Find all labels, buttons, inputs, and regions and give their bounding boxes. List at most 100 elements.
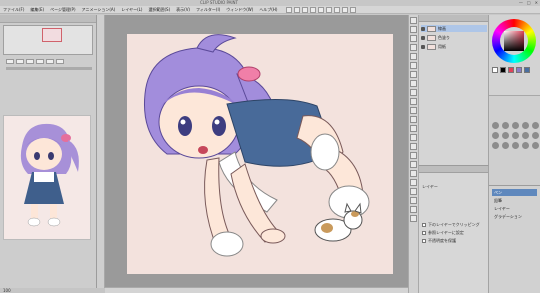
deselect-icon[interactable] <box>342 6 349 13</box>
clear-icon[interactable] <box>326 6 333 13</box>
visibility-eye-icon[interactable] <box>421 35 425 40</box>
brush-size-option[interactable] <box>512 132 519 139</box>
sub-tool-item[interactable]: グラデーション <box>492 213 537 220</box>
hue-ring[interactable] <box>492 19 536 63</box>
blend-tool-icon[interactable] <box>410 134 417 141</box>
brush-size-option[interactable] <box>512 142 519 149</box>
transform-icon[interactable] <box>334 6 341 13</box>
open-icon[interactable] <box>294 6 301 13</box>
drawing-canvas[interactable] <box>127 34 393 274</box>
swatch[interactable] <box>508 67 514 73</box>
sub-tool-panel: ペン 鉛筆 レイヤー グラデーション <box>489 185 540 293</box>
move-tool-icon[interactable] <box>410 26 417 33</box>
visibility-eye-icon[interactable] <box>421 44 425 49</box>
brush-size-option[interactable] <box>522 142 529 149</box>
snap-icon[interactable] <box>350 6 357 13</box>
brush-size-option[interactable] <box>492 132 499 139</box>
pencil-tool-icon[interactable] <box>410 89 417 96</box>
layer-row[interactable]: 用紙 <box>421 43 487 50</box>
brush-size-option[interactable] <box>532 132 539 139</box>
sub-tool-item[interactable]: 鉛筆 <box>492 197 537 204</box>
brush-size-option[interactable] <box>492 142 499 149</box>
minimize-button[interactable]: — <box>519 0 523 5</box>
canvas-horizontal-scrollbar[interactable] <box>105 287 408 293</box>
brush-size-option[interactable] <box>532 142 539 149</box>
maximize-button[interactable]: □ <box>527 0 531 5</box>
checkbox[interactable] <box>422 231 426 235</box>
brush-tool-icon[interactable] <box>410 98 417 105</box>
menu-animation[interactable]: アニメーション(A) <box>79 7 119 13</box>
zoom-out-icon[interactable] <box>6 59 14 64</box>
layer-row[interactable]: 線画 <box>421 25 487 32</box>
rotate-left-icon[interactable] <box>36 59 44 64</box>
brush-size-option[interactable] <box>532 122 539 129</box>
sub-view-reference[interactable] <box>3 115 91 240</box>
redo-icon[interactable] <box>318 6 325 13</box>
operation-tool-icon[interactable] <box>410 35 417 42</box>
menu-view[interactable]: 表示(V) <box>173 7 193 13</box>
canvas-workspace[interactable] <box>105 15 408 288</box>
property-option[interactable]: 下のレイヤーでクリッピング <box>422 222 480 228</box>
sub-tool-item[interactable]: レイヤー <box>492 205 537 212</box>
fit-icon[interactable] <box>26 59 34 64</box>
pen-tool-icon[interactable] <box>410 80 417 87</box>
layer-property-panel: レイヤー 下のレイヤーでクリッピング 参照レイヤーに設定 不透明度を保護 <box>419 165 489 293</box>
brush-size-option[interactable] <box>512 122 519 129</box>
airbrush-tool-icon[interactable] <box>410 107 417 114</box>
property-option[interactable]: 参照レイヤーに設定 <box>422 230 464 236</box>
save-icon[interactable] <box>302 6 309 13</box>
menu-edit[interactable]: 編集(E) <box>27 7 47 13</box>
fill-tool-icon[interactable] <box>410 143 417 150</box>
checkbox[interactable] <box>422 223 426 227</box>
flip-icon[interactable] <box>56 59 64 64</box>
undo-icon[interactable] <box>310 6 317 13</box>
text-tool-icon[interactable] <box>410 188 417 195</box>
brush-size-option[interactable] <box>502 132 509 139</box>
brush-size-option[interactable] <box>502 142 509 149</box>
layer-row[interactable]: 色塗り <box>421 34 487 41</box>
menu-page[interactable]: ページ管理(P) <box>47 7 78 13</box>
menu-select[interactable]: 選択範囲(S) <box>145 7 173 13</box>
property-option[interactable]: 不透明度を保護 <box>422 238 456 244</box>
sub-tool-item[interactable]: ペン <box>492 189 537 196</box>
eyedropper-tool-icon[interactable] <box>410 71 417 78</box>
decoration-tool-icon[interactable] <box>410 116 417 123</box>
brush-size-option[interactable] <box>502 122 509 129</box>
zoom-in-icon[interactable] <box>16 59 24 64</box>
swatch[interactable] <box>524 67 530 73</box>
menu-file[interactable]: ファイル(F) <box>0 7 27 13</box>
move-layer-tool-icon[interactable] <box>410 44 417 51</box>
menu-window[interactable]: ウィンドウ(W) <box>223 7 256 13</box>
ruler-tool-icon[interactable] <box>410 179 417 186</box>
swatch[interactable] <box>500 67 506 73</box>
brush-size-option[interactable] <box>492 122 499 129</box>
eraser-tool-icon[interactable] <box>410 125 417 132</box>
selection-tool-icon[interactable] <box>410 53 417 60</box>
navigator-view-frame[interactable] <box>42 28 62 42</box>
rotate-right-icon[interactable] <box>46 59 54 64</box>
swatch[interactable] <box>492 67 498 73</box>
new-icon[interactable] <box>286 6 293 13</box>
gradient-tool-icon[interactable] <box>410 152 417 159</box>
menu-layer[interactable]: レイヤー(L) <box>118 7 145 13</box>
main-color-icon[interactable] <box>410 215 417 222</box>
brush-size-option[interactable] <box>522 132 529 139</box>
menu-help[interactable]: ヘルプ(H) <box>256 7 280 13</box>
visibility-eye-icon[interactable] <box>421 26 425 31</box>
checkbox[interactable] <box>422 239 426 243</box>
balloon-tool-icon[interactable] <box>410 197 417 204</box>
swatch[interactable] <box>516 67 522 73</box>
tool-palette <box>408 15 419 293</box>
brush-size-option[interactable] <box>522 122 529 129</box>
brush-size-grid <box>492 122 539 149</box>
close-button[interactable]: ✕ <box>535 0 538 5</box>
correct-line-tool-icon[interactable] <box>410 206 417 213</box>
zoom-tool-icon[interactable] <box>410 17 417 24</box>
menu-filter[interactable]: フィルター(I) <box>193 7 223 13</box>
frame-tool-icon[interactable] <box>410 170 417 177</box>
navigator-preview[interactable] <box>3 25 93 55</box>
saturation-value-square[interactable] <box>504 31 524 51</box>
zoom-slider[interactable] <box>6 67 92 70</box>
figure-tool-icon[interactable] <box>410 161 417 168</box>
auto-select-tool-icon[interactable] <box>410 62 417 69</box>
